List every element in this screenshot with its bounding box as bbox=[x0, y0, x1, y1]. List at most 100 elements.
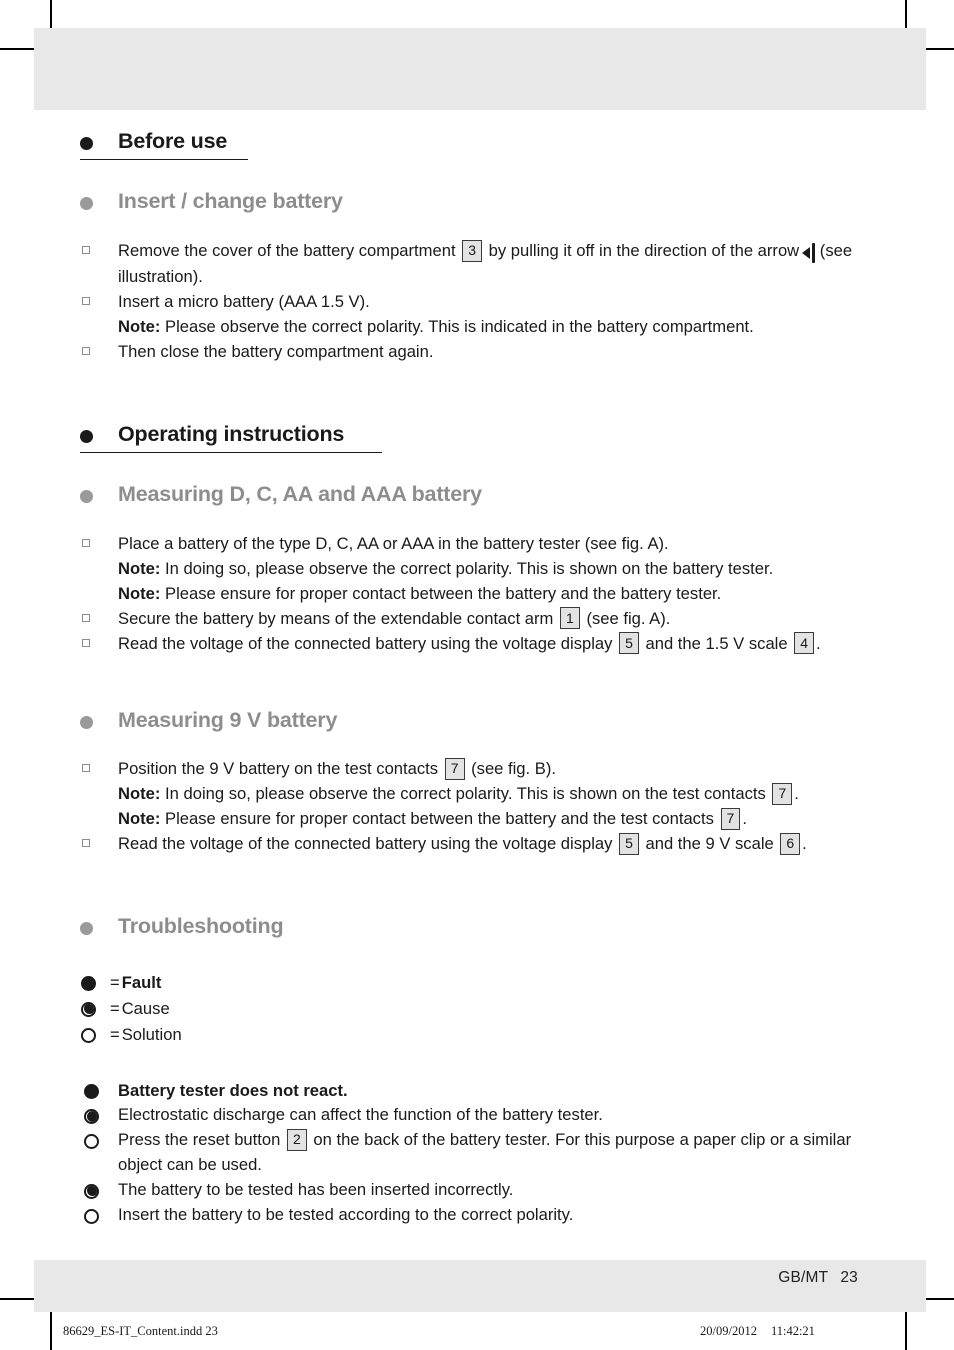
note-text: Please observe the correct polarity. Thi… bbox=[165, 317, 754, 337]
list-item: Read the voltage of the connected batter… bbox=[78, 832, 878, 857]
crop-mark-bottom-right-vertical bbox=[905, 1312, 907, 1350]
list-item: Insert a micro battery (AAA 1.5 V). Note… bbox=[78, 290, 878, 340]
list-before-use-steps: Remove the cover of the battery compartm… bbox=[78, 239, 878, 364]
print-slug-timestamp: 20/09/2012 11:42:21 bbox=[700, 1324, 815, 1339]
note-text: . bbox=[794, 784, 799, 804]
square-bullet-icon bbox=[82, 638, 90, 647]
reference-box: 5 bbox=[619, 632, 639, 655]
note-text: Please ensure for proper contact between… bbox=[165, 809, 714, 829]
reference-box: 7 bbox=[720, 807, 741, 830]
subheading-measuring-9v-label: Measuring 9 V battery bbox=[118, 707, 338, 732]
square-bullet-icon bbox=[82, 539, 90, 548]
list-measuring-dcaa-steps: Place a battery of the type D, C, AA or … bbox=[78, 532, 878, 656]
print-slug-date: 20/09/2012 bbox=[700, 1324, 757, 1338]
heading-operating-instructions: Operating instructions bbox=[78, 421, 878, 454]
header-band bbox=[34, 28, 926, 110]
list-measuring-9v-steps: Position the 9 V battery on the test con… bbox=[78, 757, 878, 857]
cause-text: The battery to be tested has been insert… bbox=[118, 1180, 514, 1200]
troubleshooting-solution: Press the reset button 2 on the back of … bbox=[78, 1128, 878, 1178]
list-item: Then close the battery compartment again… bbox=[78, 340, 878, 365]
step-text: Insert a micro battery (AAA 1.5 V). bbox=[118, 292, 370, 312]
reference-box: 7 bbox=[772, 782, 793, 805]
note-text: Please ensure for proper contact between… bbox=[165, 583, 722, 603]
reference-box: 1 bbox=[560, 607, 580, 630]
print-slug-filename: 86629_ES-IT_Content.indd 23 bbox=[63, 1324, 218, 1338]
list-item: Remove the cover of the battery compartm… bbox=[78, 239, 878, 290]
troubleshooting-solution: Insert the battery to be tested accordin… bbox=[78, 1203, 878, 1228]
note-text: In doing so, please observe the correct … bbox=[165, 559, 774, 579]
bullet-dot-icon bbox=[80, 137, 93, 151]
subheading-measuring-9v: Measuring 9 V battery bbox=[78, 707, 878, 734]
square-bullet-icon bbox=[82, 839, 90, 848]
list-item: Secure the battery by means of the exten… bbox=[78, 607, 878, 632]
legend-equals: = bbox=[110, 1025, 120, 1045]
note-label: Note: bbox=[118, 317, 161, 337]
bullet-dot-icon bbox=[80, 922, 93, 936]
solution-text: Press the reset button bbox=[118, 1130, 281, 1150]
square-bullet-icon bbox=[82, 346, 90, 355]
solution-marker-icon bbox=[81, 1028, 96, 1044]
troubleshooting-legend: = Fault = Cause = Solution bbox=[78, 970, 878, 1049]
fault-text: Battery tester does not react. bbox=[118, 1080, 348, 1100]
step-text: Remove the cover of the battery compartm… bbox=[118, 241, 456, 261]
step-text: by pulling it off in the direction of th… bbox=[488, 241, 800, 261]
fault-marker-icon bbox=[81, 975, 96, 991]
pull-direction-arrow-icon bbox=[802, 240, 816, 265]
note-label: Note: bbox=[118, 809, 161, 829]
legend-item-fault: = Fault bbox=[78, 970, 878, 996]
solution-marker-icon bbox=[84, 1134, 99, 1150]
note-text: . bbox=[742, 809, 747, 829]
legend-equals: = bbox=[110, 999, 120, 1019]
step-text: (see fig. B). bbox=[471, 759, 556, 779]
list-item: Position the 9 V battery on the test con… bbox=[78, 757, 878, 832]
subheading-insert-change-battery-label: Insert / change battery bbox=[118, 189, 343, 214]
reference-box: 7 bbox=[444, 757, 465, 780]
heading-before-use: Before use bbox=[78, 128, 878, 161]
step-text: Read the voltage of the connected batter… bbox=[118, 633, 613, 653]
cause-marker-icon bbox=[84, 1109, 99, 1125]
reference-box: 4 bbox=[794, 632, 815, 655]
crop-mark-top-left-horizontal bbox=[0, 48, 36, 50]
troubleshooting-fault: Battery tester does not react. bbox=[78, 1079, 878, 1104]
folio-locale: GB/MT bbox=[778, 1269, 829, 1286]
list-item: Place a battery of the type D, C, AA or … bbox=[78, 532, 878, 607]
subheading-insert-change-battery: Insert / change battery bbox=[78, 188, 878, 215]
note-label: Note: bbox=[118, 583, 161, 603]
solution-text: Insert the battery to be tested accordin… bbox=[118, 1204, 574, 1224]
step-text: Secure the battery by means of the exten… bbox=[118, 608, 554, 628]
heading-underline bbox=[80, 451, 382, 454]
reference-box: 5 bbox=[619, 832, 639, 855]
troubleshooting-cause: The battery to be tested has been insert… bbox=[78, 1178, 878, 1203]
print-slug-time: 11:42:21 bbox=[770, 1324, 815, 1338]
bullet-dot-icon bbox=[80, 715, 93, 729]
page-content: Before use Insert / change battery Remov… bbox=[78, 128, 878, 1228]
note-label: Note: bbox=[118, 559, 161, 579]
fault-marker-icon bbox=[84, 1084, 99, 1100]
heading-troubleshooting: Troubleshooting bbox=[78, 913, 878, 940]
legend-label: Fault bbox=[121, 972, 162, 992]
square-bullet-icon bbox=[82, 613, 90, 622]
troubleshooting-cause: Electrostatic discharge can affect the f… bbox=[78, 1103, 878, 1128]
step-text: and the 9 V scale bbox=[645, 834, 774, 854]
legend-item-solution: = Solution bbox=[78, 1022, 878, 1048]
step-text: and the 1.5 V scale bbox=[645, 633, 788, 653]
cause-text: Electrostatic discharge can affect the f… bbox=[118, 1105, 603, 1125]
step-text: Position the 9 V battery on the test con… bbox=[118, 759, 439, 779]
note-text: In doing so, please observe the correct … bbox=[165, 784, 766, 804]
page-folio: GB/MT 23 bbox=[778, 1269, 858, 1287]
cause-marker-icon bbox=[81, 1002, 96, 1018]
step-text: . bbox=[802, 834, 807, 854]
step-text: Then close the battery compartment again… bbox=[118, 341, 434, 361]
square-bullet-icon bbox=[82, 764, 90, 773]
folio-page-number: 23 bbox=[840, 1269, 858, 1286]
heading-operating-instructions-label: Operating instructions bbox=[118, 421, 345, 446]
reference-box: 6 bbox=[780, 832, 801, 855]
legend-item-cause: = Cause bbox=[78, 996, 878, 1022]
bullet-dot-icon bbox=[80, 490, 93, 504]
subheading-measuring-dcaa-label: Measuring D, C, AA and AAA battery bbox=[118, 482, 482, 507]
bullet-dot-icon bbox=[80, 197, 93, 211]
square-bullet-icon bbox=[82, 246, 90, 255]
subheading-measuring-dcaa: Measuring D, C, AA and AAA battery bbox=[78, 481, 878, 508]
cause-marker-icon bbox=[84, 1184, 99, 1200]
legend-equals: = bbox=[110, 972, 120, 992]
